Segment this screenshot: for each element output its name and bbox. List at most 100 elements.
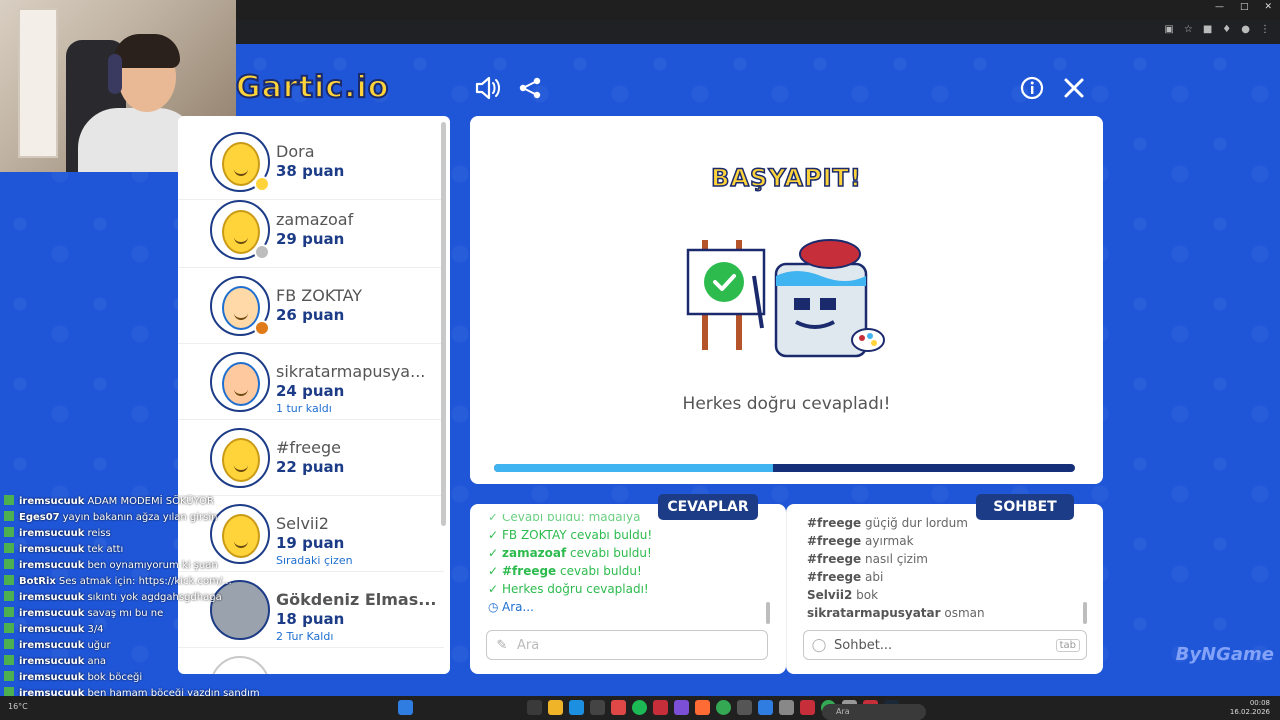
- stream-chat-user: iremsucuuk: [19, 608, 85, 619]
- minimize-icon[interactable]: —: [1215, 2, 1224, 12]
- edge-icon[interactable]: [569, 700, 584, 715]
- stream-chat-text: ben oynamıyorum ki şuan: [87, 560, 218, 571]
- answer-line: ◷ Ara...: [488, 600, 534, 614]
- close-game-icon[interactable]: [1060, 74, 1088, 102]
- extensions-puzzle-icon[interactable]: ♦: [1222, 24, 1231, 35]
- player-status-badge: [254, 176, 270, 192]
- cast-icon[interactable]: ▣: [1164, 24, 1173, 35]
- menu-dots-icon[interactable]: ⋮: [1260, 24, 1270, 35]
- round-timer-fill: [494, 464, 773, 472]
- kick-badge-icon: [4, 607, 14, 617]
- answers-scrollbar[interactable]: [766, 602, 770, 624]
- stream-chat-line: iremsucuuk savaş mı bu ne: [4, 606, 294, 622]
- stream-chat-text: 3/4: [87, 624, 104, 635]
- kick-badge-icon: [4, 511, 14, 521]
- player-score: 29 puan: [276, 230, 345, 248]
- tab-chat[interactable]: SOHBET: [976, 494, 1074, 520]
- info-icon[interactable]: [1018, 74, 1046, 102]
- stream-chat-user: iremsucuuk: [19, 560, 85, 571]
- app-icon[interactable]: [695, 700, 710, 715]
- player-list-scrollbar[interactable]: [441, 122, 446, 526]
- answer-line: ✓ Herkes doğru cevapladı!: [488, 582, 649, 596]
- stream-chat-line: BotRix Ses atmak için: https://kick.com/.…: [4, 574, 294, 590]
- player-score: 38 puan: [276, 162, 345, 180]
- stream-chat-overlay: iremsucuuk ADAM MODEMİ SÖKÜYOR Eges07 yayın…: [4, 494, 294, 718]
- bookmark-star-icon[interactable]: ☆: [1184, 24, 1193, 35]
- kick-badge-icon: [4, 655, 14, 665]
- chat-line: #freege nasıl çizim: [807, 552, 928, 566]
- chat-scrollbar[interactable]: [1083, 602, 1087, 624]
- windows-taskbar: 16°C Ara 00:08 16.02.2026: [0, 696, 1280, 720]
- app-icon[interactable]: [653, 700, 668, 715]
- player-avatar: [210, 352, 270, 412]
- player-name: sikratarmapusya...: [276, 362, 426, 381]
- tab-answers[interactable]: CEVAPLAR: [658, 494, 758, 520]
- stream-chat-text: ADAM MODEMİ SÖKÜYOR: [87, 496, 214, 507]
- stream-chat-user: iremsucuuk: [19, 528, 85, 539]
- stream-chat-text: ana: [87, 656, 107, 667]
- app-icon[interactable]: [779, 700, 794, 715]
- sound-toggle-icon[interactable]: [474, 74, 502, 102]
- player-name: zamazoaf: [276, 210, 354, 229]
- file-explorer-icon[interactable]: [548, 700, 563, 715]
- app-icon[interactable]: [674, 700, 689, 715]
- stream-chat-line: iremsucuuk ben oynamıyorum ki şuan: [4, 558, 294, 574]
- stream-chat-line: Eges07 yayın bakanın ağza yılan girsin: [4, 510, 294, 526]
- stream-chat-text: uğur: [87, 640, 111, 651]
- chat-line: sikratarmapusyatar osman: [807, 606, 985, 620]
- app-icon[interactable]: [758, 700, 773, 715]
- stream-chat-user: iremsucuuk: [19, 672, 85, 683]
- spotify-icon[interactable]: [632, 700, 647, 715]
- stream-chat-line: iremsucuuk ADAM MODEMİ SÖKÜYOR: [4, 494, 294, 510]
- store-icon[interactable]: [590, 700, 605, 715]
- app-icon[interactable]: [737, 700, 752, 715]
- player-row: Dora 38 puan: [178, 124, 444, 200]
- kick-badge-icon: [4, 639, 14, 649]
- kick-badge-icon: [4, 591, 14, 601]
- taskbar-apps: Ara: [398, 700, 926, 720]
- stream-chat-user: iremsucuuk: [19, 592, 85, 603]
- answers-list: ✓ Cevabı buldu: madalya ✓ FB ZOKTAY cevabı…: [488, 514, 758, 626]
- clock-time: 00:08: [1249, 699, 1270, 707]
- player-avatar: [210, 428, 270, 488]
- stream-chat-line: iremsucuuk sıkıntı yok agdgahsgdhaga: [4, 590, 294, 606]
- stream-chat-text: sıkıntı yok agdgahsgdhaga: [87, 592, 222, 603]
- check-icon: ✓: [488, 528, 499, 542]
- player-status-badge: [254, 320, 270, 336]
- chat-input[interactable]: ◯ Sohbet... tab: [803, 630, 1087, 660]
- chat-list: #freege güçiğ dur lordum #freege ayırmak…: [807, 514, 1077, 626]
- stream-chat-user: iremsucuuk: [19, 640, 85, 651]
- kick-badge-icon: [4, 495, 14, 505]
- app-icon[interactable]: [611, 700, 626, 715]
- task-view-icon[interactable]: [527, 700, 542, 715]
- close-window-icon[interactable]: ✕: [1264, 2, 1272, 12]
- answer-input[interactable]: ✎ Ara: [486, 630, 768, 660]
- start-menu-icon[interactable]: [398, 700, 413, 715]
- chat-line: #freege abi: [807, 570, 884, 584]
- channel-watermark: ByNGame: [1175, 644, 1274, 665]
- taskbar-clock[interactable]: 00:08 16.02.2026: [1230, 699, 1270, 717]
- stream-chat-line: iremsucuuk tek attı: [4, 542, 294, 558]
- player-name: #freege: [276, 438, 341, 457]
- stream-chat-line: iremsucuuk uğur: [4, 638, 294, 654]
- chrome-icon[interactable]: [716, 700, 731, 715]
- taskbar-search[interactable]: Ara: [822, 704, 926, 720]
- player-row: FB ZOKTAY 26 puan: [178, 268, 444, 344]
- share-icon[interactable]: [516, 74, 544, 102]
- pencil-icon: ✎: [496, 637, 508, 653]
- maximize-icon[interactable]: □: [1240, 2, 1249, 12]
- player-row: #freege 22 puan: [178, 420, 444, 496]
- stream-chat-user: iremsucuuk: [19, 544, 85, 555]
- profile-icon[interactable]: ●: [1241, 24, 1250, 35]
- answer-input-placeholder: Ara: [517, 637, 540, 653]
- extension-icon[interactable]: ■: [1203, 24, 1212, 35]
- window-controls: — □ ✕: [1215, 2, 1272, 12]
- stream-chat-line: iremsucuuk 3/4: [4, 622, 294, 638]
- player-name: FB ZOKTAY: [276, 286, 363, 305]
- masterpiece-illustration: [686, 239, 885, 358]
- kick-badge-icon: [4, 543, 14, 553]
- weather-widget[interactable]: 16°C: [8, 702, 28, 711]
- app-icon[interactable]: [800, 700, 815, 715]
- check-icon: ✓: [488, 546, 499, 560]
- player-name: Dora: [276, 142, 315, 161]
